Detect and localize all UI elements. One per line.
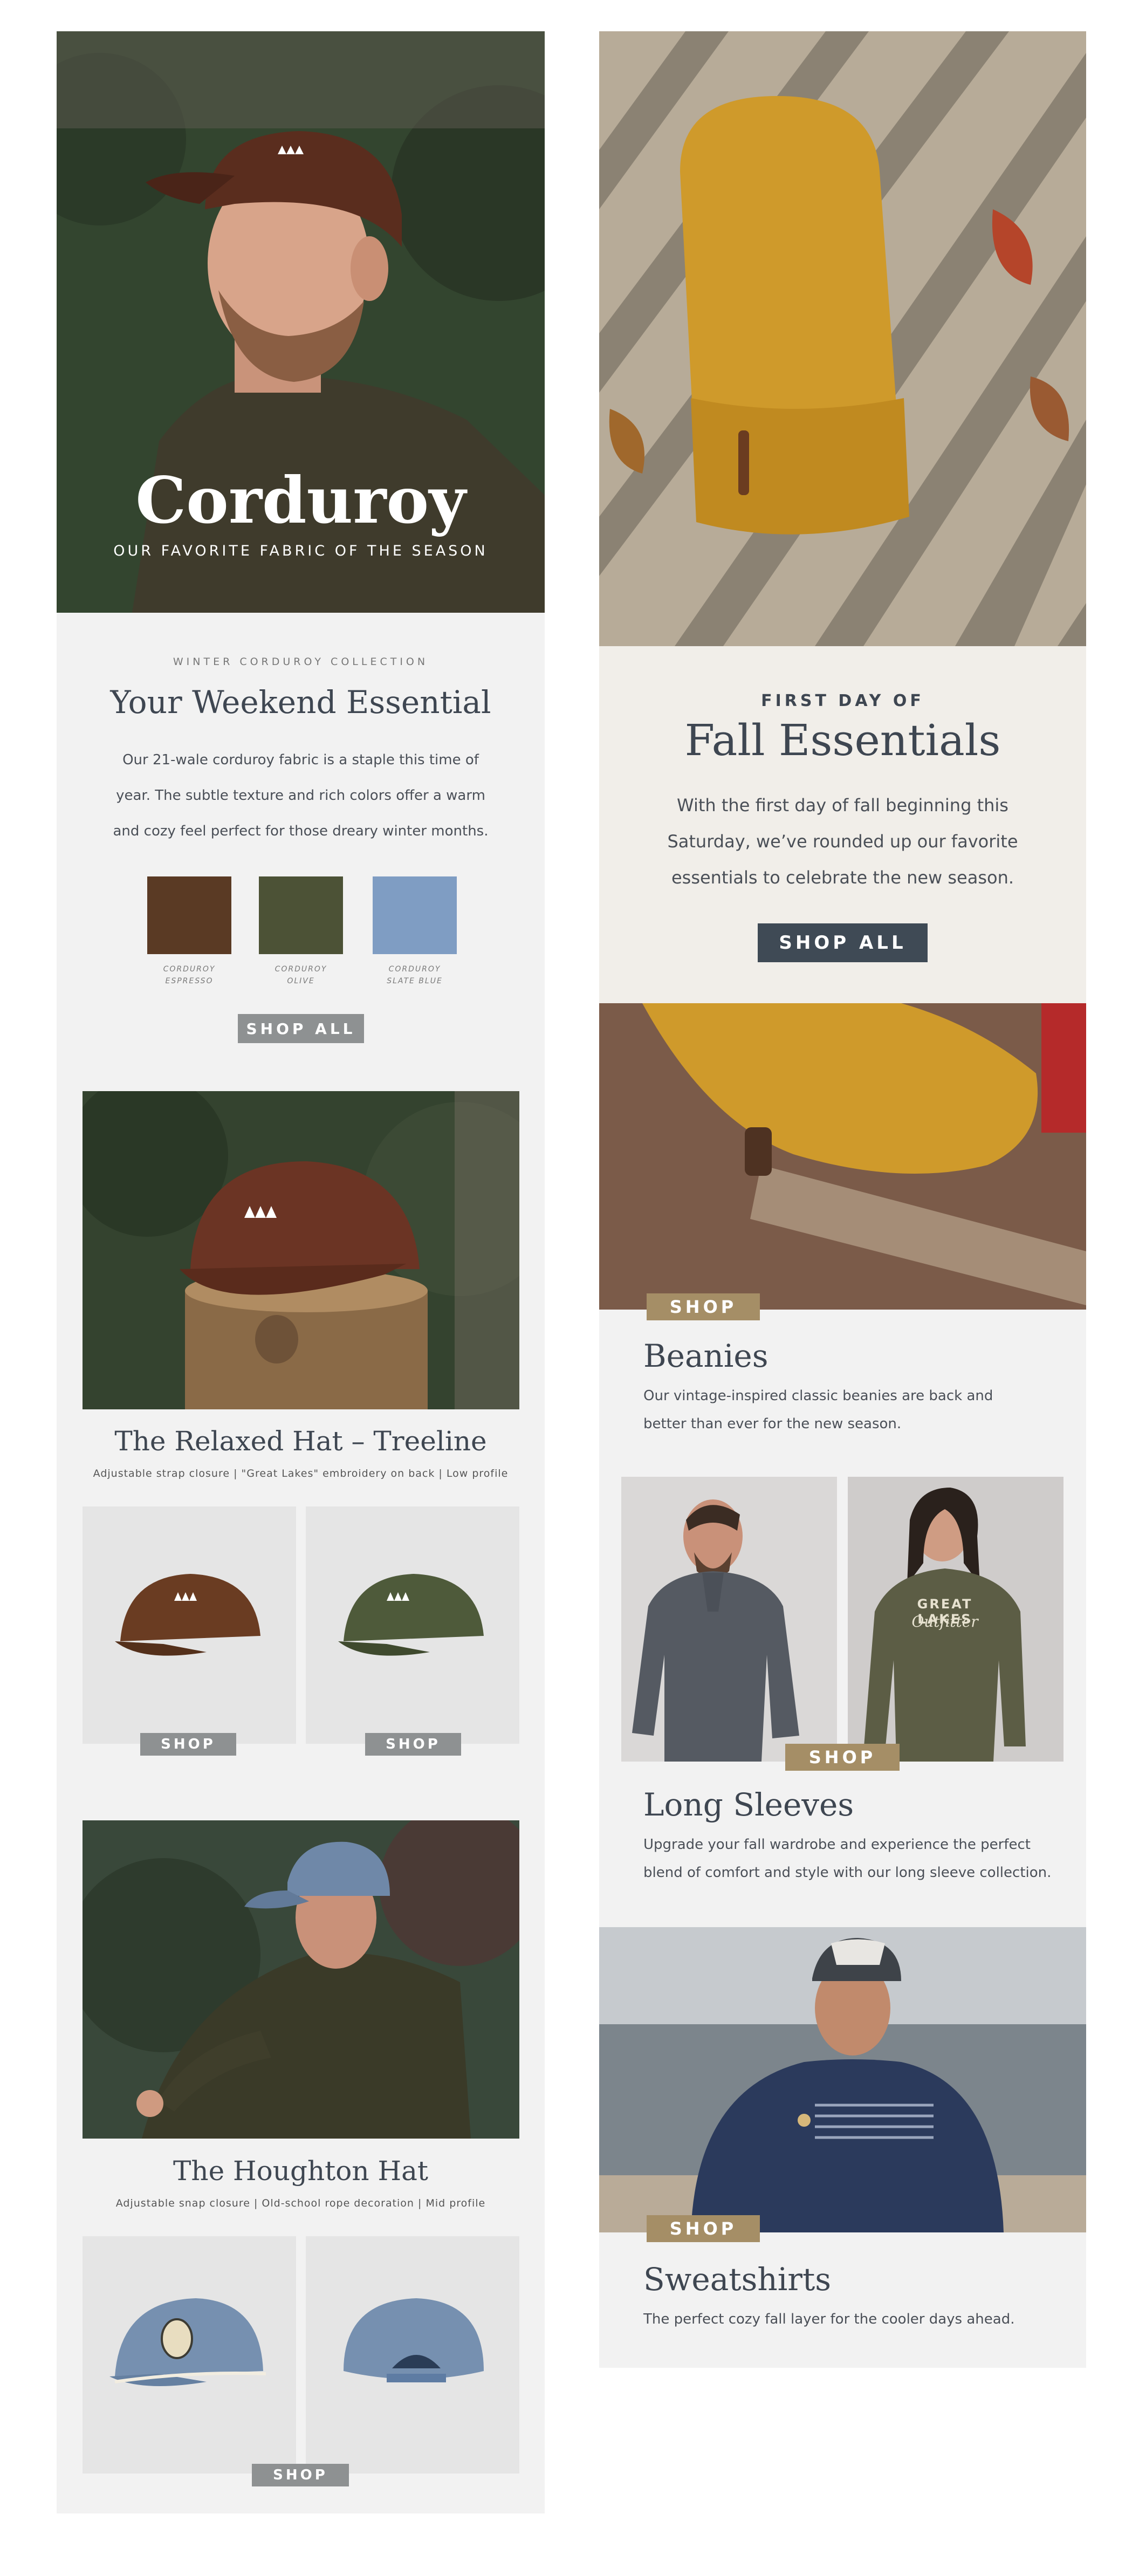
fall-essentials-panel: FIRST DAY OF Fall Essentials With the fi… <box>599 646 1086 1003</box>
collection-eyebrow: WINTER CORDUROY COLLECTION <box>173 656 429 668</box>
collection-shop-all-button[interactable]: SHOP ALL <box>238 1014 364 1043</box>
man-in-navy-sweatshirt-illustration <box>599 1927 1086 2232</box>
beanie-closeup-image[interactable] <box>599 1003 1086 1310</box>
fall-body: With the first day of fall beginning thi… <box>632 787 1054 896</box>
beanie-hero-image[interactable] <box>599 31 1086 646</box>
collection-body: Our 21-wale corduroy fabric is a staple … <box>89 742 512 849</box>
long-sleeves-body-line: blend of comfort and style with our long… <box>643 1865 1052 1881</box>
beanies-shop-button[interactable]: SHOP <box>647 1293 760 1320</box>
sweatshirts-shop-button[interactable]: SHOP <box>647 2215 760 2242</box>
product-card-hat-olive[interactable] <box>306 1506 519 1744</box>
beanies-title: Beanies <box>643 1338 769 1374</box>
shop-button-hat-olive[interactable]: SHOP <box>365 1733 461 1756</box>
collection-body-line: year. The subtle texture and rich colors… <box>116 787 485 804</box>
swatch-label-slate-blue: CORDUROY SLATE BLUE <box>361 963 469 987</box>
swatch-label-olive: CORDUROY OLIVE <box>247 963 355 987</box>
long-sleeves-shop-button[interactable]: SHOP <box>785 1744 900 1771</box>
fall-heading: Fall Essentials <box>684 715 1001 765</box>
beanies-body-line: better than ever for the new season. <box>643 1416 902 1432</box>
swatch-label-espresso: CORDUROY ESPRESSO <box>135 963 243 987</box>
swatch-olive[interactable] <box>259 876 343 954</box>
corduroy-hero-image[interactable]: Corduroy OUR FAVORITE FABRIC OF THE SEAS… <box>57 31 545 613</box>
blue-cap-front-icon <box>109 2298 266 2386</box>
long-sleeves-title: Long Sleeves <box>643 1786 854 1823</box>
sweatshirt-lifestyle-image[interactable] <box>599 1927 1086 2232</box>
yellow-beanie-on-bench-illustration <box>599 31 1086 646</box>
swatch-label-line: SLATE BLUE <box>387 977 443 985</box>
swatch-espresso[interactable] <box>147 876 231 954</box>
beanies-body: Our vintage-inspired classic beanies are… <box>643 1382 1064 1438</box>
fall-body-line: essentials to celebrate the new season. <box>671 867 1014 888</box>
sweatshirts-body: The perfect cozy fall layer for the cool… <box>643 2311 1015 2327</box>
product-card-houghton-front[interactable] <box>83 2236 296 2474</box>
fall-eyebrow: FIRST DAY OF <box>761 691 924 710</box>
collection-heading: Your Weekend Essential <box>110 684 491 721</box>
long-sleeve-henley-image[interactable] <box>621 1477 837 1762</box>
left-column: Corduroy OUR FAVORITE FABRIC OF THE SEAS… <box>57 31 545 2513</box>
shop-button-houghton[interactable]: SHOP <box>252 2464 349 2486</box>
long-sleeves-body-line: Upgrade your fall wardrobe and experienc… <box>643 1837 1031 1853</box>
man-in-blue-cap-illustration <box>83 1820 519 2139</box>
relaxed-hat-details: Adjustable strap closure | "Great Lakes"… <box>93 1468 509 1479</box>
swatch-label-line: ESPRESSO <box>165 977 214 985</box>
sweatshirts-title: Sweatshirts <box>643 2261 832 2298</box>
swatch-label-line: CORDUROY <box>275 965 327 974</box>
hat-on-stump-illustration <box>83 1091 519 1409</box>
swatch-label-line: OLIVE <box>287 977 315 985</box>
long-sleeves-body: Upgrade your fall wardrobe and experienc… <box>643 1831 1069 1887</box>
houghton-hat-details: Adjustable snap closure | Old-school rop… <box>115 2197 486 2209</box>
swatch-label-line: CORDUROY <box>388 965 441 974</box>
brown-cap-icon <box>115 1574 260 1656</box>
fall-shop-all-button[interactable]: SHOP ALL <box>758 923 928 962</box>
relaxed-hat-title: The Relaxed Hat – Treeline <box>114 1426 487 1457</box>
beanie-on-railing-illustration <box>599 1003 1086 1310</box>
blue-cap-back-icon <box>344 2298 484 2382</box>
fall-body-line: Saturday, we’ve rounded up our favorite <box>667 831 1018 852</box>
long-sleeve-graphic-image[interactable]: GREAT LAKES Outfitter <box>848 1477 1063 1762</box>
green-cap-icon <box>338 1574 484 1656</box>
shirt-graphic-line2: Outfitter <box>911 1613 978 1630</box>
hero-subtitle: OUR FAVORITE FABRIC OF THE SEASON <box>113 543 488 559</box>
hero-title: Corduroy <box>135 463 466 538</box>
houghton-hat-title: The Houghton Hat <box>173 2155 428 2187</box>
relaxed-hat-lifestyle-image[interactable] <box>83 1091 519 1409</box>
houghton-hat-lifestyle-image[interactable] <box>83 1820 519 2139</box>
shop-button-hat-espresso[interactable]: SHOP <box>140 1733 236 1756</box>
swatch-label-line: CORDUROY <box>163 965 216 974</box>
product-card-hat-espresso[interactable] <box>83 1506 296 1744</box>
collection-body-line: and cozy feel perfect for those dreary w… <box>113 823 489 839</box>
product-card-houghton-back[interactable] <box>306 2236 519 2474</box>
fall-body-line: With the first day of fall beginning thi… <box>677 795 1008 816</box>
collection-body-line: Our 21-wale corduroy fabric is a staple … <box>122 752 479 768</box>
swatch-slate-blue[interactable] <box>373 876 457 954</box>
beanies-body-line: Our vintage-inspired classic beanies are… <box>643 1388 993 1404</box>
man-in-gray-henley-illustration <box>632 1499 799 1762</box>
